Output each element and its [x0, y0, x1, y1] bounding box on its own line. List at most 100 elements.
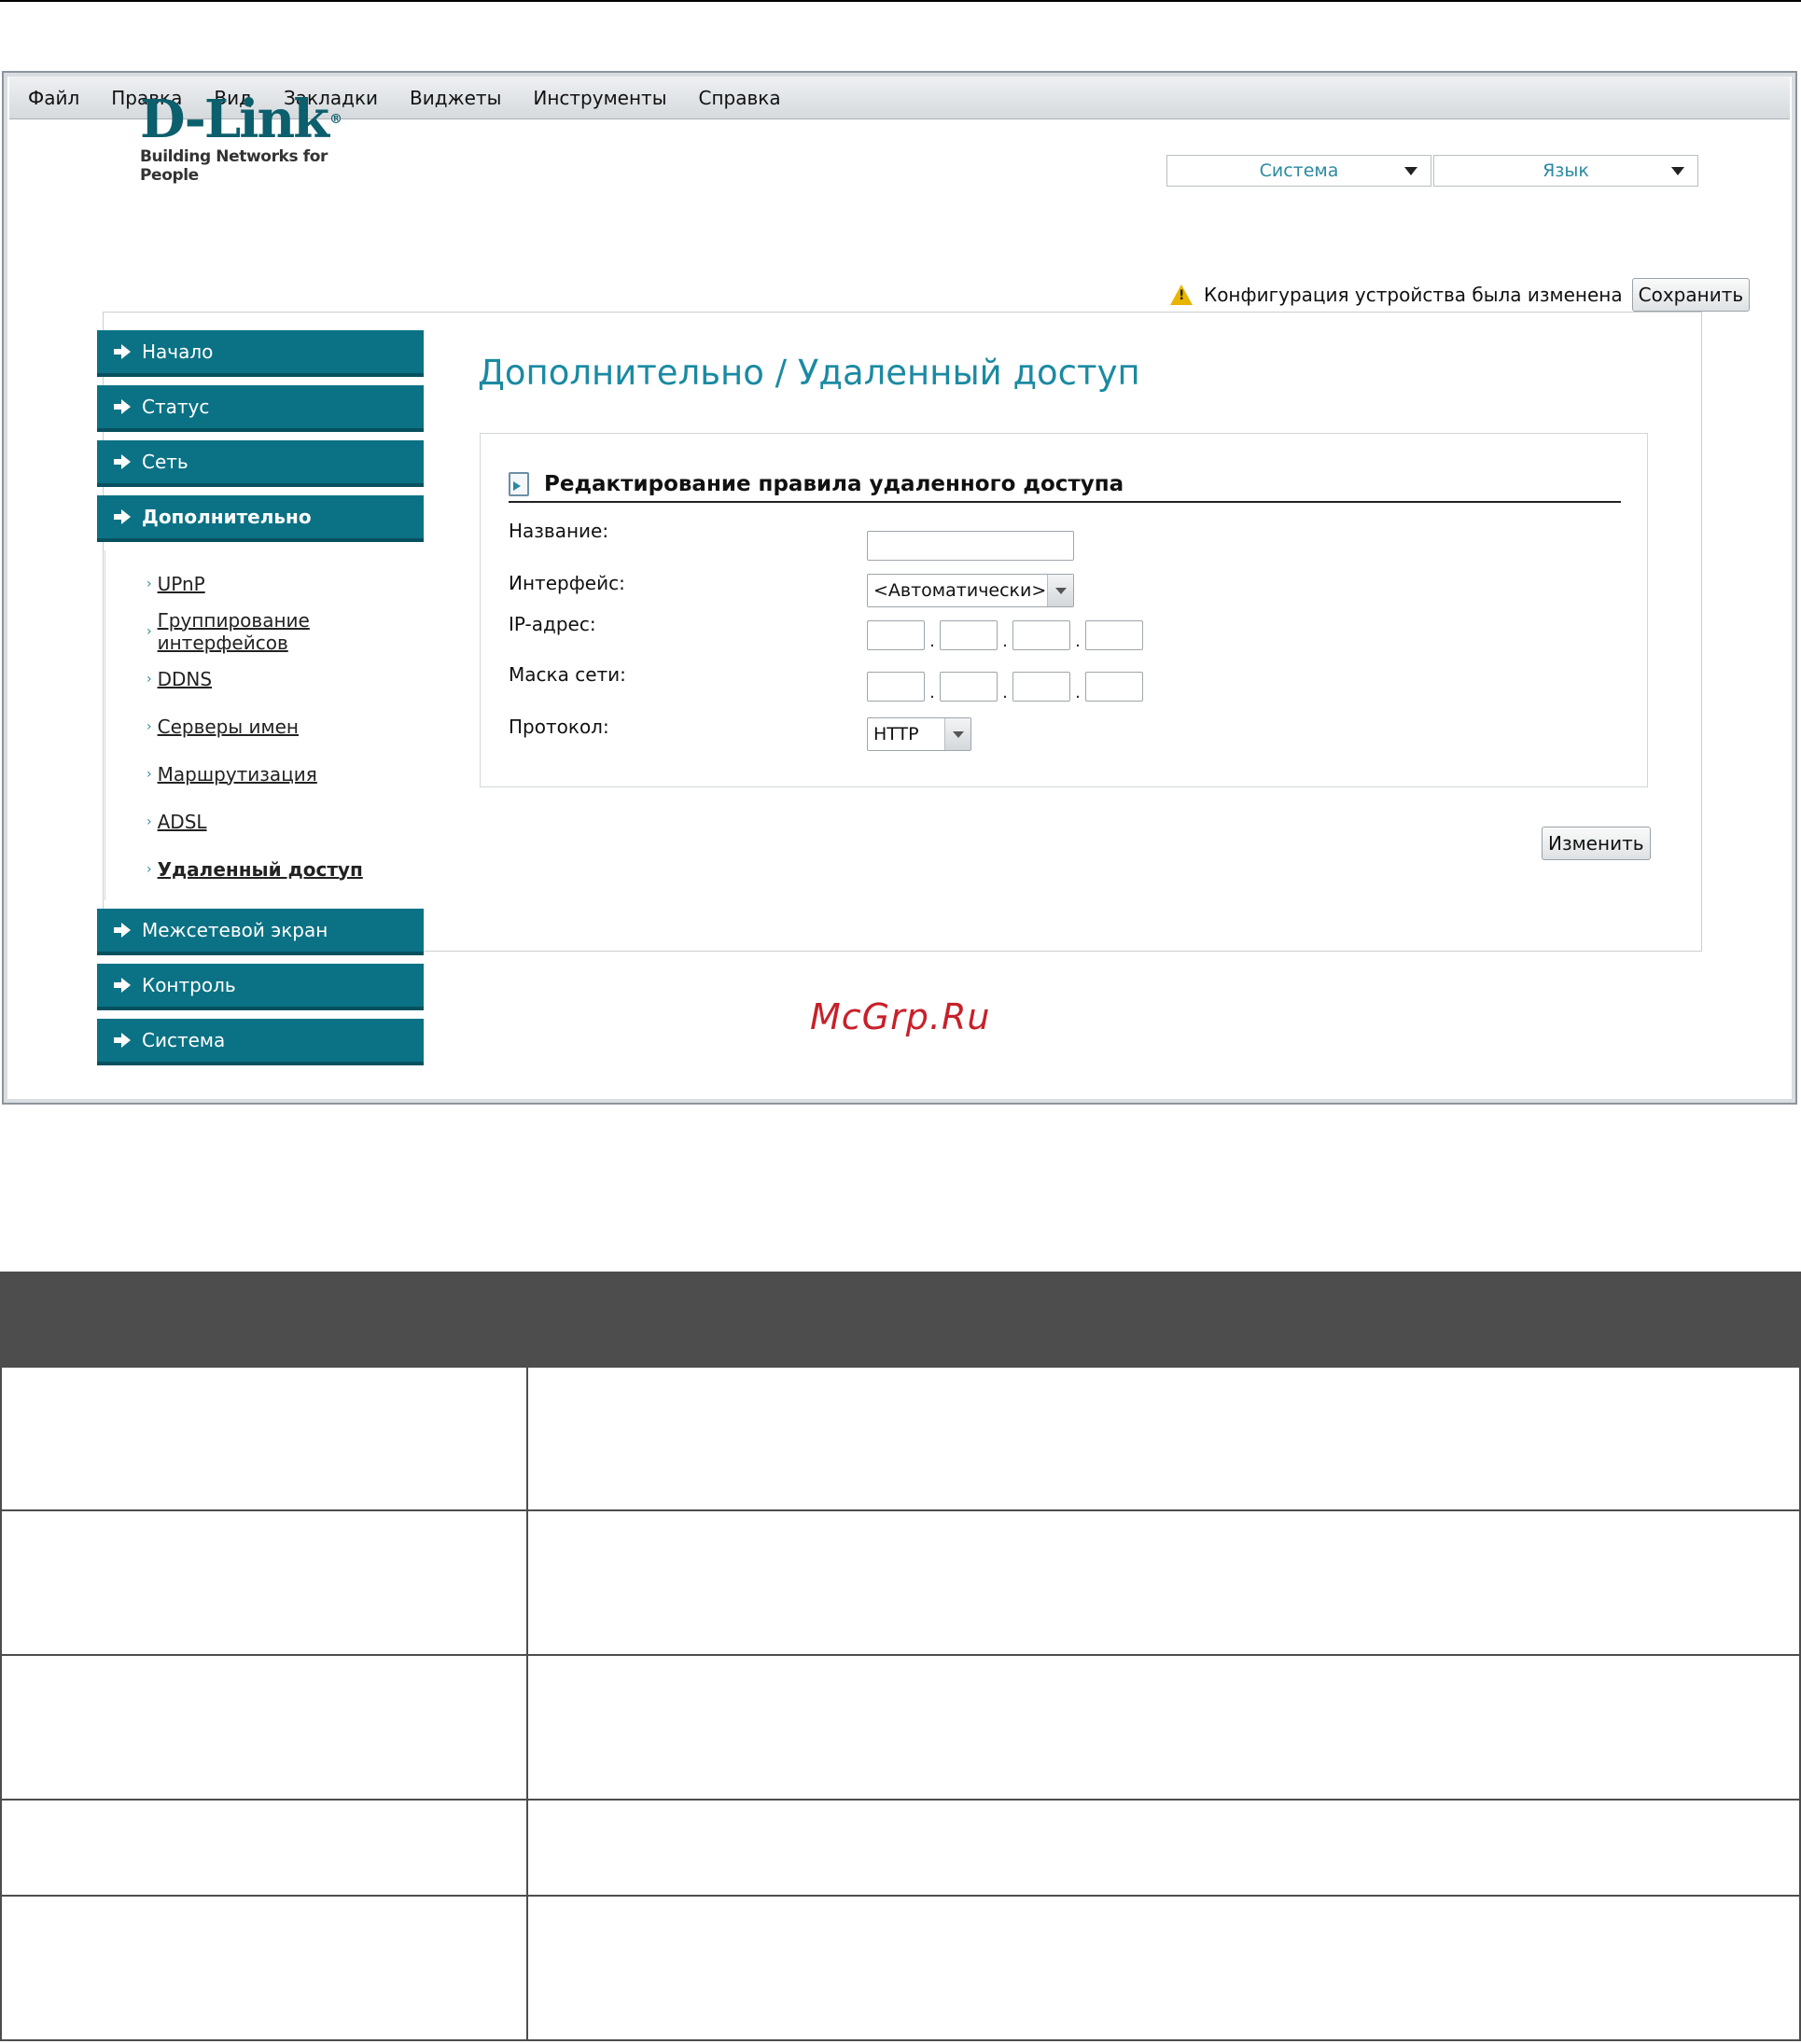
bullet-icon: ›	[147, 861, 152, 877]
change-button[interactable]: Изменить	[1542, 827, 1651, 860]
interface-label: Интерфейс:	[509, 572, 625, 594]
notice-text: Конфигурация устройства была изменена	[1204, 284, 1623, 306]
mask-octet-3[interactable]	[1012, 672, 1070, 702]
registered-mark: ®	[329, 112, 343, 127]
arrow-right-icon	[114, 344, 131, 359]
ip-octet-4[interactable]	[1085, 620, 1143, 650]
bullet-icon: ›	[147, 576, 152, 591]
mask-octet-4[interactable]	[1085, 672, 1143, 702]
interface-select[interactable]: <Автоматически>	[867, 574, 1074, 607]
bullet-icon: ›	[147, 623, 152, 639]
sidebar-item-label: Контроль	[142, 974, 236, 996]
menu-tools[interactable]: Инструменты	[533, 87, 666, 109]
chevron-down-icon	[1047, 575, 1073, 606]
language-select-label: Язык	[1543, 160, 1589, 181]
table-row	[0, 1656, 1801, 1801]
subnav-label: Серверы имен	[157, 715, 299, 738]
panel-title: Редактирование правила удаленного доступ…	[544, 472, 1124, 496]
arrow-right-icon	[114, 1033, 131, 1048]
advanced-submenu: › UPnP › Группирование интерфейсов › DDN…	[105, 550, 424, 900]
table-cell	[528, 1801, 1799, 1895]
subnav-name-servers[interactable]: › Серверы имен	[147, 702, 424, 750]
arrow-right-icon	[114, 978, 131, 993]
watermark: McGrp.Ru	[810, 996, 991, 1037]
sidebar-item-label: Сеть	[142, 451, 188, 473]
bullet-icon: ›	[147, 718, 152, 734]
bullet-icon: ›	[147, 766, 152, 782]
ip-address-label: IP-адрес:	[509, 613, 596, 635]
language-select[interactable]: Язык	[1433, 155, 1698, 187]
table-cell	[2, 1897, 528, 2039]
table-row	[0, 1368, 1801, 1511]
menu-help[interactable]: Справка	[698, 87, 780, 109]
menu-file[interactable]: Файл	[28, 87, 79, 109]
ip-dot: .	[1075, 632, 1081, 651]
table-cell	[528, 1897, 1799, 2039]
sidebar-item-control[interactable]: Контроль	[97, 964, 424, 1010]
ip-octet-3[interactable]	[1012, 620, 1070, 650]
logo-tagline: Building Networks for People	[140, 147, 328, 185]
subnav-ddns[interactable]: › DDNS	[147, 655, 424, 702]
netmask-field: . . .	[867, 672, 1143, 702]
ip-octet-2[interactable]	[940, 620, 998, 650]
arrow-right-icon	[114, 454, 131, 469]
table-row	[0, 1897, 1801, 2041]
sidebar-item-start[interactable]: Начало	[97, 330, 424, 377]
save-button[interactable]: Сохранить	[1631, 278, 1751, 312]
table-cell	[2, 1801, 528, 1895]
sidebar-item-status[interactable]: Статус	[97, 385, 424, 432]
interface-select-value: <Автоматически>	[873, 580, 1047, 601]
netmask-label: Маска сети:	[509, 663, 626, 686]
top-rule	[0, 0, 1801, 2]
mask-octet-2[interactable]	[940, 672, 998, 702]
table-cell	[528, 1368, 1799, 1509]
subnav-upnp[interactable]: › UPnP	[147, 560, 424, 607]
table-header	[0, 1272, 1801, 1368]
sidebar-item-network[interactable]: Сеть	[97, 440, 424, 487]
dlink-logo: D-Link ® Building Networks for People	[140, 93, 364, 185]
warning-icon	[1170, 285, 1193, 305]
table-cell	[2, 1656, 528, 1799]
system-select[interactable]: Система	[1166, 155, 1431, 187]
panel-header: Редактирование правила удаленного доступ…	[509, 467, 1621, 503]
edit-rule-panel: Редактирование правила удаленного доступ…	[480, 433, 1648, 787]
menu-widgets[interactable]: Виджеты	[410, 87, 501, 109]
bullet-icon: ›	[147, 671, 152, 687]
chevron-down-icon	[1404, 167, 1417, 175]
subnav-label: UPnP	[157, 572, 205, 595]
table-cell	[528, 1511, 1799, 1654]
name-input[interactable]	[867, 531, 1074, 561]
ip-dot: .	[929, 683, 935, 702]
bullet-icon: ›	[147, 813, 152, 829]
chevron-down-icon	[944, 718, 970, 750]
page-title: Дополнительно / Удаленный доступ	[478, 353, 1140, 393]
system-select-label: Система	[1259, 160, 1339, 181]
subnav-label: DDNS	[157, 667, 213, 690]
protocol-select[interactable]: HTTP	[867, 717, 971, 751]
ip-address-field: . . .	[867, 620, 1143, 650]
sidebar-item-label: Дополнительно	[142, 506, 312, 528]
subnav-label: ADSL	[157, 810, 207, 833]
ip-dot: .	[1002, 632, 1008, 651]
protocol-label: Протокол:	[509, 716, 609, 738]
protocol-select-value: HTTP	[873, 724, 919, 744]
logo-brand: D-Link	[140, 89, 329, 150]
subnav-interface-grouping[interactable]: › Группирование интерфейсов	[147, 607, 424, 655]
subnav-routing[interactable]: › Маршрутизация	[147, 750, 424, 798]
ip-dot: .	[929, 632, 935, 651]
sidebar-item-system[interactable]: Система	[97, 1019, 424, 1065]
subnav-label: Маршрутизация	[157, 762, 317, 786]
mask-octet-1[interactable]	[867, 672, 925, 702]
sidebar-item-label: Межсетевой экран	[142, 919, 328, 941]
sidebar-item-firewall[interactable]: Межсетевой экран	[97, 909, 424, 955]
subnav-adsl[interactable]: › ADSL	[147, 798, 424, 845]
description-table	[0, 1272, 1801, 2041]
ip-octet-1[interactable]	[867, 620, 925, 650]
ip-dot: .	[1002, 683, 1008, 702]
ip-dot: .	[1075, 683, 1081, 702]
document-edit-icon	[509, 472, 529, 496]
sidebar-item-advanced[interactable]: Дополнительно	[97, 495, 424, 542]
sidebar-item-label: Статус	[142, 396, 210, 418]
name-label: Название:	[509, 520, 609, 542]
subnav-remote-access[interactable]: › Удаленный доступ	[147, 845, 424, 893]
